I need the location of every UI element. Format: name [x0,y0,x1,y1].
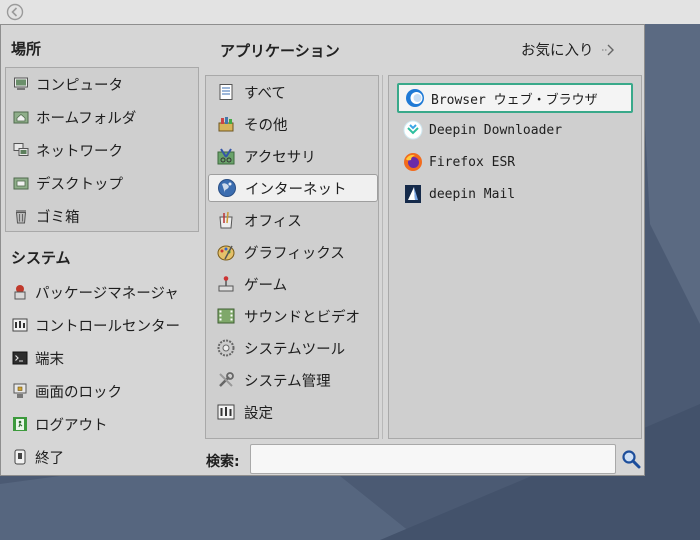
graphics-icon [216,242,236,262]
applications-title: アプリケーション [220,42,340,60]
system-item-label: 端末 [35,351,64,368]
places-item-trash[interactable]: ゴミ箱 [12,202,80,230]
app-deepin-downloader[interactable]: Deepin Downloader [397,115,633,145]
system-item-label: 画面のロック [35,384,122,401]
places-item-network[interactable]: ネットワーク [12,136,123,164]
category-label: 設定 [244,405,273,422]
system-item-control-center[interactable]: コントロールセンター [11,311,180,339]
category-office[interactable]: オフィス [208,206,378,234]
office-icon [216,210,236,230]
places-title: 場所 [11,40,42,58]
category-accessories[interactable]: アクセサリ [208,142,378,170]
category-all[interactable]: すべて [208,78,378,106]
application-menu: 場所 コンピュータ ホームフォルダ ネットワーク デスクトップ ゴミ箱 システム… [0,24,645,476]
category-label: システム管理 [244,373,331,390]
arrow-right-icon [601,44,614,55]
other-apps-icon [216,114,236,134]
system-item-label: ログアウト [35,417,108,434]
category-graphics[interactable]: グラフィックス [208,238,378,266]
category-label: サウンドとビデオ [244,309,360,326]
system-item-label: コントロールセンター [35,318,180,335]
trash-icon [12,207,30,225]
terminal-icon [11,349,29,367]
system-item-package-manager[interactable]: パッケージマネージャ [11,278,179,306]
games-icon [216,274,236,294]
category-system-tools[interactable]: システムツール [208,334,378,362]
sound-video-icon [216,306,236,326]
category-internet[interactable]: インターネット [208,174,378,202]
app-label: Firefox ESR [429,154,516,170]
apps-panel: Browser ウェブ・ブラウザ Deepin Downloader Firef… [388,75,642,439]
places-item-desktop[interactable]: デスクトップ [12,169,123,197]
app-label: deepin Mail [429,186,516,202]
app-label: Browser ウェブ・ブラウザ [431,92,598,108]
places-item-label: ネットワーク [36,143,123,160]
system-admin-icon [216,370,236,390]
category-games[interactable]: ゲーム [208,270,378,298]
system-item-lock-screen[interactable]: 画面のロック [11,377,122,405]
category-sound-video[interactable]: サウンドとビデオ [208,302,378,330]
app-browser[interactable]: Browser ウェブ・ブラウザ [397,83,633,113]
desktop-folder-icon [12,174,30,192]
settings-icon [216,402,236,422]
app-label: Deepin Downloader [429,122,563,138]
panel-divider [382,75,383,439]
system-list: パッケージマネージャ コントロールセンター 端末 画面のロック ログアウト 終了 [5,275,199,473]
category-label: オフィス [244,213,302,230]
app-deepin-mail[interactable]: deepin Mail [397,179,633,209]
places-item-label: ホームフォルダ [36,110,137,127]
category-label: システムツール [244,341,346,358]
places-panel: コンピュータ ホームフォルダ ネットワーク デスクトップ ゴミ箱 [5,67,199,232]
internet-globe-icon [217,178,237,198]
search-input[interactable] [250,444,616,474]
system-item-label: 終了 [35,450,64,467]
places-item-label: ゴミ箱 [36,209,80,226]
favorites-label: お気に入り [521,43,594,59]
control-center-icon [11,316,29,334]
category-label: ゲーム [244,277,288,294]
shutdown-icon [11,448,29,466]
computer-icon [12,75,30,93]
all-apps-icon [216,82,236,102]
categories-panel: すべて その他 アクセサリ インターネット オフィス グラフィックス ゲーム サ… [205,75,379,439]
app-firefox-esr[interactable]: Firefox ESR [397,147,633,177]
places-item-label: コンピュータ [36,77,123,94]
top-panel [0,0,700,24]
system-item-logout[interactable]: ログアウト [11,410,108,438]
home-folder-icon [12,108,30,126]
package-manager-icon [11,283,29,301]
category-label: グラフィックス [244,245,345,262]
downloader-icon [403,120,423,140]
accessories-icon [216,146,236,166]
category-label: アクセサリ [244,149,316,166]
browser-icon [405,88,425,108]
category-system-admin[interactable]: システム管理 [208,366,378,394]
logout-icon [11,415,29,433]
firefox-icon [403,152,423,172]
category-label: その他 [244,117,288,134]
network-icon [12,141,30,159]
system-item-terminal[interactable]: 端末 [11,344,64,372]
back-circle-icon[interactable] [6,3,24,21]
places-item-home[interactable]: ホームフォルダ [12,103,136,131]
system-item-label: パッケージマネージャ [35,285,179,302]
places-item-computer[interactable]: コンピュータ [12,70,123,98]
search-icon[interactable] [621,449,641,469]
category-settings[interactable]: 設定 [208,398,378,426]
lock-screen-icon [11,382,29,400]
category-label: すべて [244,85,286,102]
search-label: 検索: [206,454,240,470]
system-title: システム [11,249,71,267]
places-item-label: デスクトップ [36,176,123,193]
category-other[interactable]: その他 [208,110,378,138]
system-item-shutdown[interactable]: 終了 [11,443,64,471]
category-label: インターネット [245,181,347,198]
mail-icon [403,184,423,204]
system-tools-icon [216,338,236,358]
favorites-button[interactable]: お気に入り [521,39,616,60]
